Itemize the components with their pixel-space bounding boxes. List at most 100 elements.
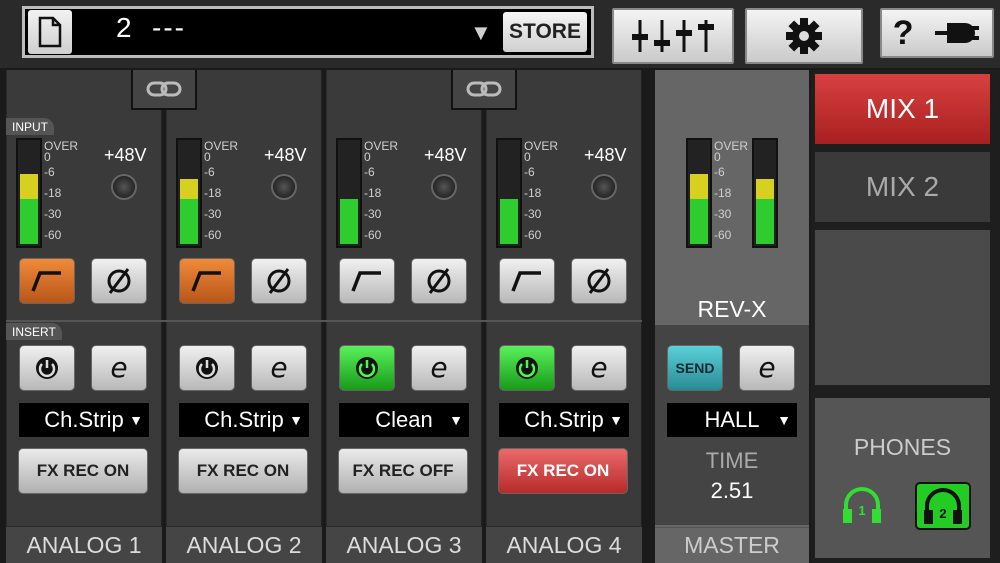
channel-name: ANALOG 3 <box>326 526 482 563</box>
phase-invert-icon <box>267 268 291 294</box>
insert-edit-button[interactable]: e <box>571 345 627 391</box>
master-meter-left <box>686 138 712 248</box>
phase-invert-button[interactable] <box>251 258 307 304</box>
send-label: SEND <box>675 360 715 376</box>
store-button[interactable]: STORE <box>503 12 587 52</box>
power-icon <box>196 357 218 379</box>
svg-text:e: e <box>590 353 607 383</box>
fx-rec-button[interactable]: FX REC OFF <box>338 448 468 494</box>
input-section-label: INPUT <box>6 118 54 135</box>
settings-tab[interactable] <box>745 8 863 64</box>
phantom-power-led[interactable] <box>591 174 617 200</box>
power-icon <box>516 357 538 379</box>
fx-rec-button[interactable]: FX REC ON <box>178 448 308 494</box>
time-label: TIME <box>705 448 759 473</box>
empty-slot <box>815 230 990 385</box>
phones-panel <box>815 398 990 558</box>
high-pass-filter-button[interactable] <box>179 258 235 304</box>
insert-on-button[interactable] <box>179 345 235 391</box>
high-pass-filter-icon <box>511 271 541 292</box>
reverb-type-select[interactable]: HALL ▼ <box>667 403 797 437</box>
input-level-meter <box>496 138 522 248</box>
fx-rec-button[interactable]: FX REC ON <box>498 448 628 494</box>
phantom-power-led[interactable] <box>111 174 137 200</box>
phantom-power-label: +48V <box>424 145 467 165</box>
insert-on-button[interactable] <box>19 345 75 391</box>
input-level-meter <box>336 138 362 248</box>
gear-icon <box>786 18 822 54</box>
high-pass-filter-icon <box>351 271 381 292</box>
scene-number: 2 <box>116 12 132 43</box>
phones-label: PHONES <box>853 434 952 460</box>
phantom-power-label: +48V <box>264 145 307 165</box>
insert-section-label: INSERT <box>6 323 62 340</box>
phones2-button[interactable]: 2 <box>915 482 971 530</box>
phones1-button[interactable]: 1 <box>838 483 886 527</box>
effect-name: REV-X <box>697 296 767 322</box>
phase-invert-button[interactable] <box>91 258 147 304</box>
meter-scale: OVER 0 -6 -18 -30 -60 <box>44 139 79 242</box>
chevron-down-icon: ▼ <box>777 412 791 428</box>
insert-edit-button[interactable]: e <box>251 345 307 391</box>
send-button[interactable]: SEND <box>667 345 723 391</box>
meter-scale: OVER 0 -6 -18 -30 -60 <box>204 139 239 242</box>
chevron-down-icon: ▼ <box>289 412 303 428</box>
insert-edit-button[interactable]: e <box>91 345 147 391</box>
master-name: MASTER <box>655 527 809 563</box>
edit-e-icon: e <box>110 353 127 383</box>
phase-invert-icon <box>587 268 611 294</box>
phase-invert-button[interactable] <box>411 258 467 304</box>
meter-scale: OVER 0 -6 -18 -30 -60 <box>364 139 399 242</box>
mixer-faders-icon <box>632 20 714 52</box>
file-icon <box>38 16 62 48</box>
power-icon <box>356 357 378 379</box>
insert-preset-select[interactable]: Ch.Strip ▼ <box>179 403 309 437</box>
insert-preset-select[interactable]: Ch.Strip ▼ <box>19 403 149 437</box>
help-icon[interactable]: ? <box>893 14 914 53</box>
phase-invert-icon <box>427 268 451 294</box>
edit-e-icon: e <box>430 353 447 383</box>
insert-preset-select[interactable]: Clean ▼ <box>339 403 469 437</box>
insert-on-button[interactable] <box>499 345 555 391</box>
phones1-number: 1 <box>858 503 866 518</box>
insert-preset-select[interactable]: Ch.Strip ▼ <box>499 403 629 437</box>
file-button[interactable] <box>28 10 72 54</box>
channel-name: ANALOG 1 <box>6 526 162 563</box>
meter-scale: OVER 0 -6 -18 -30 -60 <box>714 139 749 242</box>
channel-name: ANALOG 4 <box>486 526 642 563</box>
phantom-power-led[interactable] <box>431 174 457 200</box>
power-icon <box>36 357 58 379</box>
scene-dropdown-arrow-icon[interactable]: ▼ <box>470 20 492 46</box>
high-pass-filter-button[interactable] <box>499 258 555 304</box>
stereo-link-button-3-4[interactable] <box>451 70 517 110</box>
phantom-power-led[interactable] <box>271 174 297 200</box>
power-plug-icon[interactable] <box>935 19 981 47</box>
scene-name: --- <box>152 12 186 43</box>
insert-edit-button[interactable]: e <box>411 345 467 391</box>
help-area: ? <box>880 8 994 58</box>
phase-invert-button[interactable] <box>571 258 627 304</box>
fx-rec-button[interactable]: FX REC ON <box>18 448 148 494</box>
chevron-down-icon: ▼ <box>129 412 143 428</box>
svg-text:e: e <box>110 353 127 383</box>
mixer-tab[interactable] <box>612 8 734 64</box>
edit-e-icon: e <box>590 353 607 383</box>
edit-e-icon: e <box>758 353 775 383</box>
insert-on-button[interactable] <box>339 345 395 391</box>
high-pass-filter-icon <box>191 271 221 292</box>
mix2-button[interactable]: MIX 2 <box>815 152 990 222</box>
mix1-button[interactable]: MIX 1 <box>815 74 990 144</box>
phase-invert-icon <box>107 268 131 294</box>
stereo-link-button-1-2[interactable] <box>131 70 197 110</box>
edit-e-icon: e <box>270 353 287 383</box>
svg-text:e: e <box>430 353 447 383</box>
effect-edit-button[interactable]: e <box>739 345 795 391</box>
svg-text:e: e <box>758 353 775 383</box>
high-pass-filter-icon <box>31 271 61 292</box>
time-value[interactable]: 2.51 <box>655 478 809 504</box>
high-pass-filter-button[interactable] <box>19 258 75 304</box>
high-pass-filter-button[interactable] <box>339 258 395 304</box>
channel-name: ANALOG 2 <box>166 526 322 563</box>
svg-text:e: e <box>270 353 287 383</box>
input-level-meter <box>16 138 42 248</box>
